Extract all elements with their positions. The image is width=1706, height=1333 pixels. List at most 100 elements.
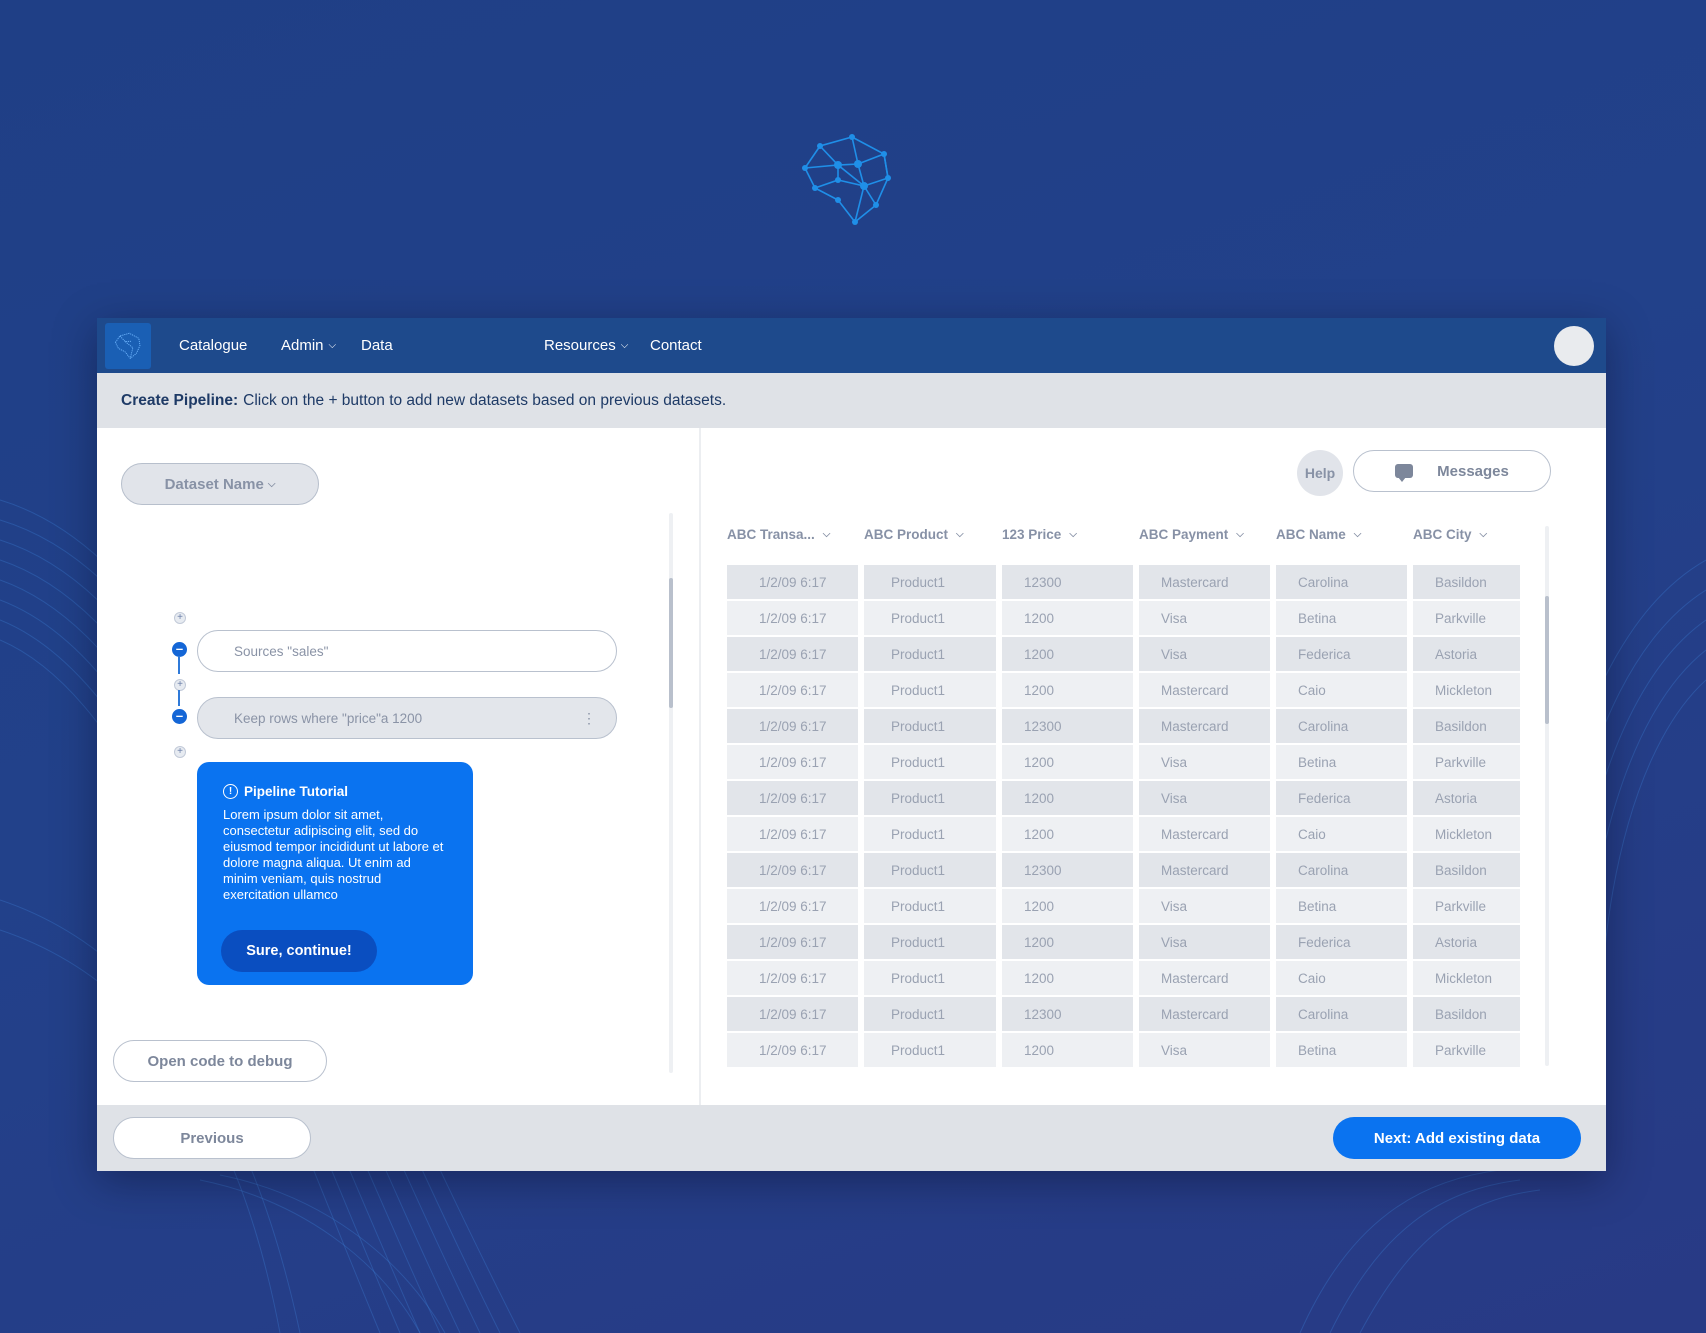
table-cell: Mastercard [1139,673,1273,707]
table-row[interactable]: 1/2/09 6:17 Product1 1200 Visa Federica Astor… [727,925,1527,959]
nav-resources-label: Resources [544,337,616,354]
table-cell: Product1 [864,817,999,851]
table-cell: Basildon [1413,853,1523,887]
column-header[interactable]: ABC Name ⌵ [1276,527,1361,542]
plus-icon[interactable]: + [174,746,186,758]
table-cell: Mickleton [1413,961,1523,995]
scrollbar-thumb[interactable] [1545,596,1549,724]
table-cell: Betina [1276,601,1410,635]
table-cell: 1200 [1002,637,1136,671]
table-cell: Basildon [1413,565,1523,599]
table-cell: Betina [1276,889,1410,923]
table-cell: Product1 [864,889,999,923]
minus-icon[interactable]: – [172,642,187,657]
table-row[interactable]: 1/2/09 6:17 Product1 1200 Visa Betina Parkvil… [727,889,1527,923]
table-row[interactable]: 1/2/09 6:17 Product1 1200 Visa Betina Parkvil… [727,745,1527,779]
table-row[interactable]: 1/2/09 6:17 Product1 12300 Mastercard Caroli… [727,709,1527,743]
messages-button[interactable]: Messages [1353,450,1551,492]
column-header[interactable]: ABC Payment ⌵ [1139,527,1244,542]
nav-data-label: Data [361,337,393,354]
table-cell: Product1 [864,853,999,887]
table-row[interactable]: 1/2/09 6:17 Product1 1200 Mastercard Caio Mic… [727,817,1527,851]
nav-contact[interactable]: Contact [650,318,702,373]
open-code-debug-button[interactable]: Open code to debug [113,1040,327,1082]
table-cell: Visa [1139,1033,1273,1067]
table-cell: Carolina [1276,709,1410,743]
table-row[interactable]: 1/2/09 6:17 Product1 12300 Mastercard Caroli… [727,853,1527,887]
tutorial-popover: ! Pipeline Tutorial Lorem ipsum dolor si… [197,762,473,985]
column-header-label: ABC Name [1276,527,1346,542]
pipeline-panel: Dataset Name ⌵ + – + – + Sources "sales"… [97,428,699,1105]
table-cell: 1/2/09 6:17 [727,997,861,1031]
nav-resources[interactable]: Resources ⌵ [544,318,628,373]
continue-button[interactable]: Sure, continue! [221,930,377,972]
scrollbar-thumb[interactable] [669,578,673,708]
continue-button-label: Sure, continue! [246,943,352,959]
chevron-down-icon: ⌵ [1479,529,1488,540]
table-row[interactable]: 1/2/09 6:17 Product1 1200 Visa Federica Astor… [727,781,1527,815]
table-cell: Parkville [1413,601,1523,635]
column-header[interactable]: 123 Price ⌵ [1002,527,1077,542]
table-cell: Product1 [864,601,999,635]
minus-icon[interactable]: – [172,709,187,724]
table-row[interactable]: 1/2/09 6:17 Product1 12300 Mastercard Caroli… [727,997,1527,1031]
table-cell: Product1 [864,925,999,959]
help-label: Help [1304,465,1336,481]
table-cell: 1/2/09 6:17 [727,673,861,707]
table-cell: Product1 [864,673,999,707]
column-header[interactable]: ABC Product ⌵ [864,527,964,542]
column-header[interactable]: ABC City ⌵ [1413,527,1487,542]
table-row[interactable]: 1/2/09 6:17 Product1 12300 Mastercard Caroli… [727,565,1527,599]
plus-icon[interactable]: + [174,679,186,691]
table-cell: Caio [1276,673,1410,707]
tutorial-title-text: Pipeline Tutorial [244,784,349,799]
kebab-menu-icon[interactable]: ⋮ [582,710,596,727]
nav-data[interactable]: Data [361,318,393,373]
table-cell: Visa [1139,637,1273,671]
table-cell: Mastercard [1139,961,1273,995]
table-cell: 1/2/09 6:17 [727,889,861,923]
table-cell: 1/2/09 6:17 [727,637,861,671]
next-add-existing-data-button[interactable]: Next: Add existing data [1333,1117,1581,1159]
table-row[interactable]: 1/2/09 6:17 Product1 1200 Visa Betina Parkvil… [727,601,1527,635]
instructions-text: Click on the + button to add new dataset… [243,391,727,409]
plus-icon[interactable]: + [174,612,186,624]
pipeline-connector [178,690,180,706]
brain-network-logo-icon[interactable] [105,322,151,369]
previous-label: Previous [180,1129,244,1147]
help-button[interactable]: Help [1297,450,1343,496]
table-row[interactable]: 1/2/09 6:17 Product1 1200 Visa Federica Astor… [727,637,1527,671]
column-header-label: ABC City [1413,527,1472,542]
table-row[interactable]: 1/2/09 6:17 Product1 1200 Mastercard Caio Mic… [727,961,1527,995]
table-cell: Betina [1276,1033,1410,1067]
column-header-label: ABC Payment [1139,527,1229,542]
chevron-down-icon: ⌵ [267,478,276,490]
table-cell: Visa [1139,745,1273,779]
table-cell: Mastercard [1139,997,1273,1031]
nav-admin[interactable]: Admin ⌵ [281,318,336,373]
pipeline-connector [178,656,180,674]
pipeline-step-filter[interactable]: Keep rows where "price"a 1200 ⋮ [197,697,617,739]
chevron-down-icon: ⌵ [1353,529,1362,540]
table-cell: Mastercard [1139,853,1273,887]
table-cell: 12300 [1002,853,1136,887]
table-row[interactable]: 1/2/09 6:17 Product1 1200 Mastercard Caio Mic… [727,673,1527,707]
step-label: Sources "sales" [234,643,329,659]
table-cell: Visa [1139,601,1273,635]
table-cell: Product1 [864,709,999,743]
table-cell: Product1 [864,997,999,1031]
chevron-down-icon: ⌵ [1069,529,1077,540]
step-label: Keep rows where "price"a 1200 [234,710,423,726]
column-header[interactable]: ABC Transa... ⌵ [727,527,830,542]
pipeline-step-source[interactable]: Sources "sales" [197,630,617,672]
table-cell: 1200 [1002,961,1136,995]
column-header-label: 123 Price [1002,527,1062,542]
avatar[interactable] [1554,326,1594,366]
table-row[interactable]: 1/2/09 6:17 Product1 1200 Visa Betina Parkvil… [727,1033,1527,1067]
previous-button[interactable]: Previous [113,1117,311,1159]
nav-catalogue[interactable]: Catalogue [179,318,247,373]
nav-contact-label: Contact [650,337,702,354]
data-preview-panel: Help Messages ABC Transa... ⌵ ABC Product ⌵… [701,428,1606,1105]
dataset-name-dropdown[interactable]: Dataset Name ⌵ [121,463,319,505]
table-cell: 1/2/09 6:17 [727,925,861,959]
